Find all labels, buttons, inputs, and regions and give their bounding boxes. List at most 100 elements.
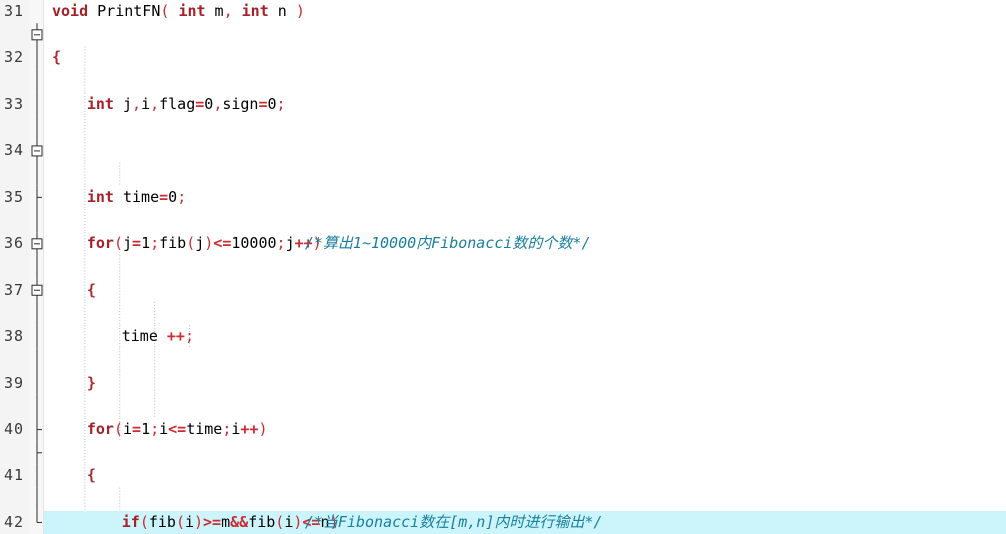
code-line[interactable]: 42 if(fib(i)>=m&&fib(i)<=n)/*当Fibonacci数在…: [0, 510, 1006, 534]
line-number: 33: [4, 94, 25, 113]
token-punc: ;: [276, 94, 286, 113]
token-kw: void: [52, 2, 89, 20]
token-punc: ;: [150, 234, 160, 253]
line-number: 40: [4, 419, 25, 438]
code-line[interactable]: 32 {: [0, 46, 1006, 69]
code-line[interactable]: 40 for(i=1;i<=time;i++): [0, 418, 1006, 441]
token-brace: }: [86, 373, 96, 392]
token-punc: (: [139, 512, 149, 531]
token-op: =: [132, 419, 142, 438]
token-punc: ,: [150, 94, 160, 113]
code-line[interactable]: 35 int time=0;: [0, 186, 1006, 209]
token-id: time: [121, 327, 167, 346]
code-text[interactable]: }: [87, 372, 96, 395]
token-punc: ,: [213, 94, 223, 113]
token-punc: (: [175, 512, 185, 531]
token-punc: ): [295, 2, 305, 20]
token-id: fib: [248, 512, 276, 531]
code-text[interactable]: {: [52, 46, 61, 69]
token-id: fib: [148, 512, 176, 531]
token-op: =: [258, 94, 268, 113]
token-punc: ;: [184, 327, 194, 346]
token-kw: if: [121, 512, 140, 531]
token-num: 10000: [231, 234, 277, 253]
token-id: PrintFN: [97, 2, 161, 20]
token-id: fib: [159, 234, 187, 253]
code-text[interactable]: time ++;: [122, 325, 194, 348]
token-punc: ,: [223, 2, 233, 20]
code-text[interactable]: void PrintFN( int m, int n ): [52, 0, 305, 23]
line-number: 38: [4, 327, 25, 346]
token-id: flag: [159, 94, 196, 113]
gutter-separator: [43, 0, 44, 534]
token-punc: ,: [132, 94, 142, 113]
token-brace: {: [52, 48, 62, 67]
code-text[interactable]: {: [87, 464, 96, 487]
code-line[interactable]: 36 for(j=1;fib(j)<=10000;j++)/*算出1~10000内…: [0, 232, 1006, 255]
token-num: 0: [168, 187, 178, 206]
token-id: j: [123, 234, 133, 253]
token-punc: ;: [150, 419, 160, 438]
code-line[interactable]: 31 void PrintFN( int m, int n ): [0, 0, 1006, 23]
token-id: j: [285, 234, 295, 253]
code-line[interactable]: 41 {: [0, 464, 1006, 487]
token-op: =: [132, 234, 142, 253]
line-number: 34: [4, 141, 25, 160]
token-id: time: [186, 419, 223, 438]
token-id: i: [159, 419, 169, 438]
token-id: time: [113, 187, 160, 206]
token-brace: {: [86, 280, 96, 299]
token-punc: (: [275, 512, 285, 531]
token-id: i: [184, 512, 194, 531]
line-number: 42: [4, 512, 25, 531]
token-kw: int: [86, 187, 114, 206]
code-text[interactable]: int time=0;: [87, 186, 186, 209]
token-punc: (: [113, 234, 123, 253]
code-line[interactable]: 39}: [0, 372, 1006, 395]
line-number: 32: [4, 48, 25, 67]
token-punc: (: [186, 234, 196, 253]
token-id: j: [195, 234, 205, 253]
token-id: i: [141, 94, 151, 113]
token-id: sign: [222, 94, 259, 113]
token-op: <=: [213, 234, 232, 253]
code-text[interactable]: {: [87, 279, 96, 302]
token-punc: (: [113, 419, 123, 438]
token-num: 1: [141, 234, 151, 253]
token-num: 1: [141, 419, 151, 438]
line-number-gutter: [0, 0, 30, 534]
token-brace: {: [86, 466, 96, 485]
code-text[interactable]: for(i=1;i<=time;i++): [87, 418, 268, 441]
code-editor[interactable]: 31 void PrintFN( int m, int n ) 32 {33 int j…: [0, 0, 1006, 534]
code-line[interactable]: 33 int j,i,flag=0,sign=0;: [0, 93, 1006, 116]
token-op: >=: [203, 512, 222, 531]
token-id: n: [268, 2, 296, 20]
token-num: 0: [267, 94, 277, 113]
token-id: j: [113, 94, 133, 113]
code-line[interactable]: 37 {: [0, 279, 1006, 302]
code-lines[interactable]: 31 void PrintFN( int m, int n ) 32 {33 int j…: [0, 0, 1006, 534]
token-id: m: [205, 2, 224, 20]
token-punc: ): [194, 512, 204, 531]
token-id: m: [221, 512, 231, 531]
token-punc: ;: [177, 187, 187, 206]
code-text[interactable]: for(j=1;fib(j)<=10000;j++): [87, 232, 322, 255]
token-id: [233, 2, 242, 20]
line-number: 37: [4, 280, 25, 299]
code-text[interactable]: int j,i,flag=0,sign=0;: [87, 93, 286, 116]
line-number: 35: [4, 187, 25, 206]
line-number: 41: [4, 466, 25, 485]
token-id: [88, 2, 97, 20]
code-line[interactable]: 34: [0, 139, 1006, 162]
code-line[interactable]: 38 time ++;: [0, 325, 1006, 348]
token-op: ++: [166, 327, 185, 346]
code-comment: /*算出1~10000内Fibonacci数的个数*/: [304, 234, 591, 253]
token-kw: int: [86, 94, 114, 113]
code-comment: /*当Fibonacci数在[m,n]内时进行输出*/: [304, 512, 603, 531]
token-kw: for: [86, 419, 114, 438]
fold-gutter[interactable]: [30, 0, 43, 534]
token-kw: int: [178, 2, 206, 20]
token-op: ++: [240, 419, 259, 438]
token-kw: for: [86, 234, 114, 253]
line-number: 36: [4, 234, 25, 253]
